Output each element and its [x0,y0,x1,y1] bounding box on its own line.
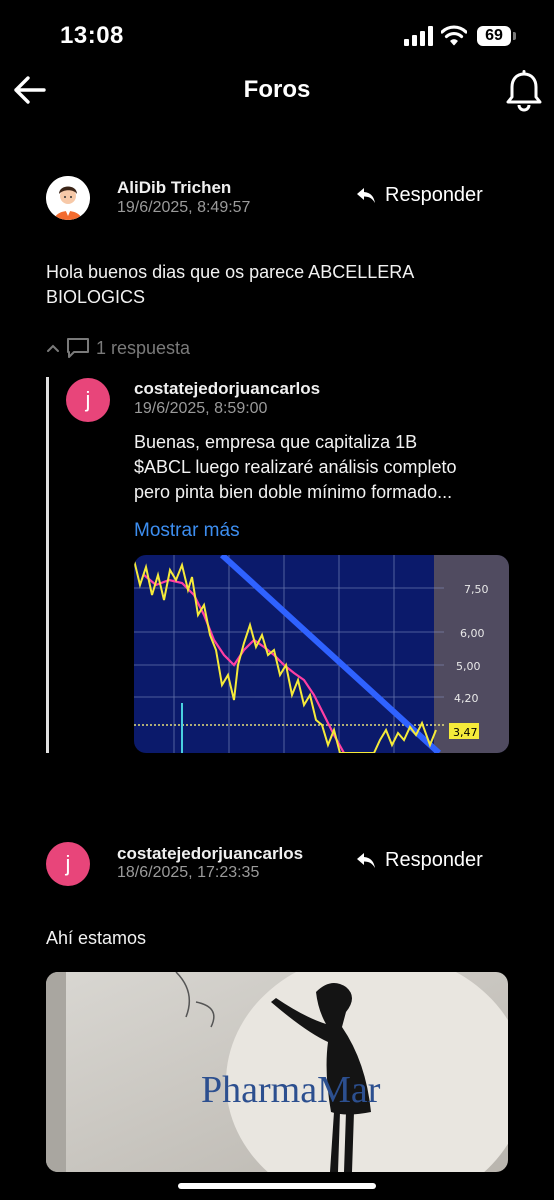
battery-level: 69 [477,26,511,46]
battery-icon: 69 [477,26,517,48]
post-author: costatejedorjuancarlos [117,844,304,863]
reply-author: costatejedorjuancarlos [134,379,321,398]
replies-count: 1 respuesta [96,337,191,358]
replies-toggle[interactable]: 1 respuesta [46,337,190,359]
post-date: 19/6/2025, 8:49:57 [117,199,251,216]
notification-bell-icon[interactable] [504,70,544,112]
comment-icon [67,338,89,358]
chart-price-label: 6,00 [460,627,485,640]
chart-price-label: 4,20 [454,692,479,705]
chevron-up-icon [47,344,59,352]
reply-avatar[interactable]: j [66,378,110,422]
chart-current-price: 3,47 [453,726,478,739]
chart-price-label: 5,00 [456,660,481,673]
reply-text: Buenas, empresa que capitaliza 1B $ABCL … [134,432,457,502]
show-more-link[interactable]: Mostrar más [134,520,240,542]
user-avatar-icon [46,176,90,220]
post-text: Ahí estamos [46,928,147,948]
home-indicator[interactable] [178,1183,376,1189]
post-author: AliDib Trichen [117,178,232,197]
reply-label: Responder [385,184,483,206]
wifi-icon [441,25,467,46]
reply-date: 19/6/2025, 8:59:00 [134,400,268,417]
thread-line [46,377,49,753]
post-text: Hola buenos dias que os parece ABCELLERA… [46,262,415,307]
author-avatar[interactable]: j [46,842,90,886]
post-date: 18/6/2025, 17:23:35 [117,864,260,881]
author-avatar[interactable] [46,176,90,220]
chart-price-label: 7,50 [464,583,489,596]
reply-button[interactable]: Responder [355,849,483,872]
status-time: 13:08 [60,22,124,49]
reply-button[interactable]: Responder [355,184,483,207]
reply-label: Responder [385,849,483,871]
cellular-signal-icon [404,26,433,46]
page-title: Foros [243,76,311,103]
image-text: PharmaMar [201,1069,381,1111]
reply-chart-image[interactable]: 7,50 6,00 5,00 4,20 3,47 [134,555,509,753]
reply-icon [357,187,375,203]
reply-icon [357,852,375,868]
post-image[interactable]: PharmaMar [46,972,508,1172]
